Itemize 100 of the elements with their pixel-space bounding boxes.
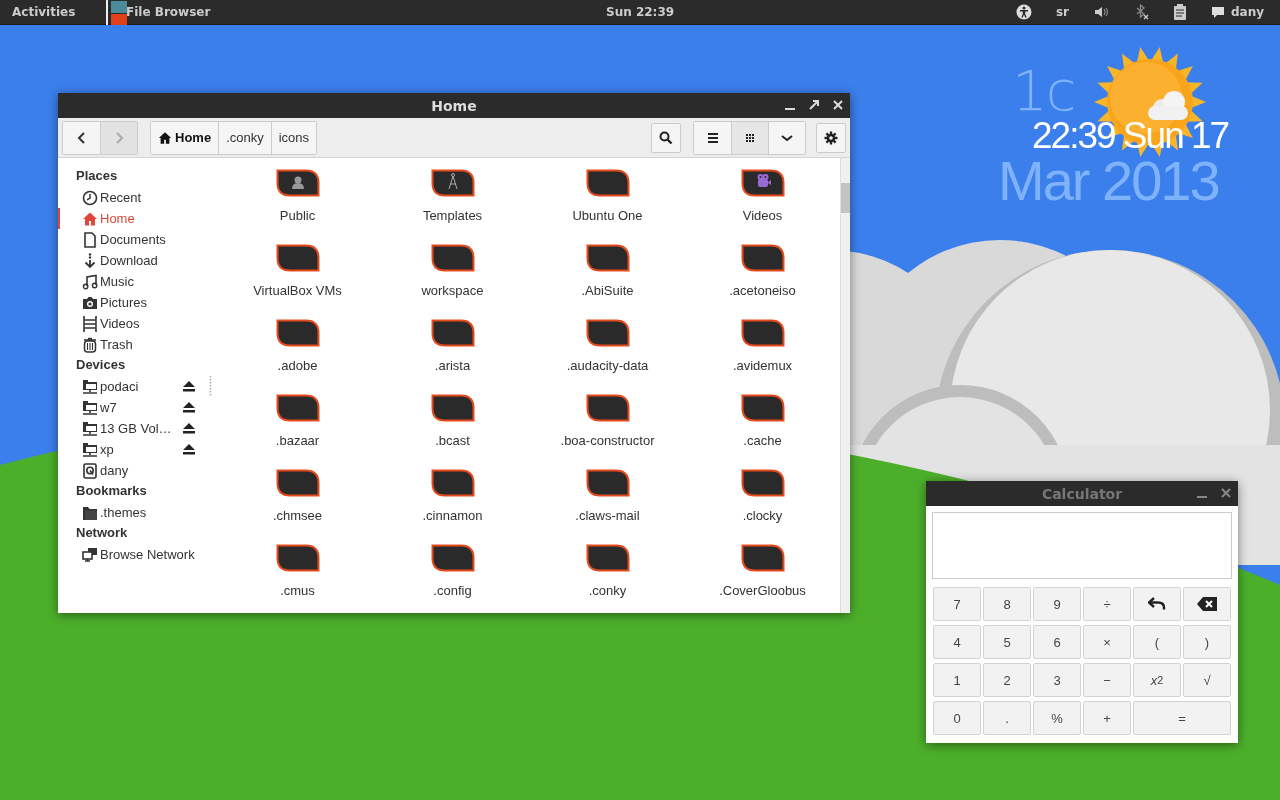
user-menu[interactable]: dany xyxy=(1230,5,1264,19)
search-icon[interactable] xyxy=(659,130,673,145)
file-item[interactable]: Videos xyxy=(685,169,840,244)
clock[interactable]: Sun 22:39 xyxy=(606,5,675,19)
eject-icon[interactable] xyxy=(182,401,196,413)
sidebar-item[interactable]: Pictures xyxy=(61,292,211,313)
search-button[interactable] xyxy=(651,122,681,153)
path-button[interactable]: icons xyxy=(270,121,317,154)
key-button[interactable]: 7 xyxy=(933,587,981,621)
key-button[interactable]: + xyxy=(1083,701,1131,735)
folder-icon xyxy=(740,394,785,422)
sidebar-item[interactable]: Browse Network xyxy=(61,544,211,565)
key-button[interactable]: − xyxy=(1083,663,1131,697)
file-item[interactable]: .acetoneiso xyxy=(685,244,840,319)
file-item[interactable]: .claws-mail xyxy=(530,469,685,544)
file-item[interactable]: Templates xyxy=(375,169,530,244)
undo-button[interactable] xyxy=(1133,587,1181,621)
keyboard-layout[interactable]: sr xyxy=(1055,5,1069,19)
file-item[interactable]: .conky xyxy=(530,544,685,613)
path-button[interactable]: Home xyxy=(151,121,219,154)
accessibility-icon[interactable] xyxy=(1015,4,1032,20)
key-button[interactable]: 1 xyxy=(933,663,981,697)
file-item[interactable]: Ubuntu One xyxy=(530,169,685,244)
key-button[interactable]: = xyxy=(1133,701,1231,735)
settings-icon[interactable] xyxy=(824,130,838,145)
app-icon[interactable] xyxy=(106,0,128,25)
sidebar-item[interactable]: Documents xyxy=(61,229,211,250)
file-item[interactable]: .adobe xyxy=(220,319,375,394)
key-button[interactable]: ( xyxy=(1133,625,1181,659)
home-icon[interactable] xyxy=(158,130,172,145)
grid-view-button[interactable] xyxy=(731,121,768,154)
file-item[interactable]: .boa-constructor xyxy=(530,394,685,469)
sidebar-item[interactable]: Music xyxy=(61,271,211,292)
file-item[interactable]: .chmsee xyxy=(220,469,375,544)
file-item[interactable]: .CoverGloobus xyxy=(685,544,840,613)
backspace-button[interactable] xyxy=(1183,587,1231,621)
display-field[interactable] xyxy=(932,512,1232,579)
key-button[interactable]: 6 xyxy=(1033,625,1081,659)
file-item[interactable]: .arista xyxy=(375,319,530,394)
sidebar-item[interactable]: w7 xyxy=(61,397,211,418)
file-item[interactable]: .AbiSuite xyxy=(530,244,685,319)
key-button[interactable]: . xyxy=(983,701,1031,735)
key-button[interactable]: 2 xyxy=(983,663,1031,697)
key-button[interactable]: ÷ xyxy=(1083,587,1131,621)
eject-icon[interactable] xyxy=(182,380,196,392)
file-item[interactable]: .bcast xyxy=(375,394,530,469)
sidebar-item[interactable]: podaci xyxy=(61,376,211,397)
sidebar-item[interactable]: Recent xyxy=(61,187,211,208)
key-button[interactable]: × xyxy=(1083,625,1131,659)
key-button[interactable]: ) xyxy=(1183,625,1231,659)
backspace-icon[interactable] xyxy=(1197,597,1217,611)
sidebar-item[interactable]: Download xyxy=(61,250,211,271)
volume-icon[interactable] xyxy=(1092,4,1109,20)
app-menu[interactable]: File Browser xyxy=(126,5,211,19)
file-item[interactable]: workspace xyxy=(375,244,530,319)
file-item[interactable]: .bazaar xyxy=(220,394,375,469)
sidebar-item[interactable]: Videos xyxy=(61,313,211,334)
key-button[interactable]: 0 xyxy=(933,701,981,735)
time-date: 22:39 Sun 17 xyxy=(1032,117,1229,155)
clipboard-icon[interactable] xyxy=(1172,4,1187,20)
undo-icon[interactable] xyxy=(1148,597,1166,611)
file-item[interactable]: VirtualBox VMs xyxy=(220,244,375,319)
camera-icon xyxy=(82,294,98,311)
key-button[interactable]: % xyxy=(1033,701,1081,735)
sidebar-item[interactable]: Trash xyxy=(61,334,211,355)
maximize-icon[interactable] xyxy=(808,99,820,111)
sidebar-item[interactable]: dany xyxy=(61,460,211,481)
activities-button[interactable]: Activities xyxy=(12,5,104,19)
sidebar-item[interactable]: xp xyxy=(61,439,211,460)
file-item[interactable]: .cmus xyxy=(220,544,375,613)
file-item[interactable]: .audacity-data xyxy=(530,319,685,394)
sidebar-item[interactable]: .themes xyxy=(61,502,211,523)
key-button[interactable]: 8 xyxy=(983,587,1031,621)
temperature: 1c xyxy=(1012,66,1075,116)
file-item[interactable]: Public xyxy=(220,169,375,244)
path-button[interactable]: .conky xyxy=(218,121,271,154)
sidebar-item[interactable]: Home xyxy=(58,208,211,229)
key-button[interactable]: √ xyxy=(1183,663,1231,697)
file-item[interactable]: .clocky xyxy=(685,469,840,544)
file-item[interactable]: .avidemux xyxy=(685,319,840,394)
section-heading: Places xyxy=(75,167,119,185)
settings-button[interactable] xyxy=(816,122,846,153)
window-title: Home xyxy=(431,97,477,114)
list-icon[interactable] xyxy=(705,130,720,145)
back-button[interactable] xyxy=(63,121,100,154)
file-item[interactable]: .cache xyxy=(685,394,840,469)
key-button[interactable]: 3 xyxy=(1033,663,1081,697)
file-item[interactable]: .config xyxy=(375,544,530,613)
eject-icon[interactable] xyxy=(182,422,196,434)
eject-icon[interactable] xyxy=(182,443,196,455)
sidebar-item[interactable]: 13 GB Vol… xyxy=(61,418,211,439)
key-button[interactable]: 5 xyxy=(983,625,1031,659)
scrollbar-thumb[interactable] xyxy=(841,183,850,213)
chat-icon[interactable] xyxy=(1210,5,1225,19)
key-button[interactable]: 4 xyxy=(933,625,981,659)
file-item[interactable]: .cinnamon xyxy=(375,469,530,544)
scrollbar[interactable] xyxy=(840,158,850,613)
list-view-button[interactable] xyxy=(694,121,731,154)
pane-handle[interactable] xyxy=(209,376,212,396)
key-button[interactable]: 9 xyxy=(1033,587,1081,621)
